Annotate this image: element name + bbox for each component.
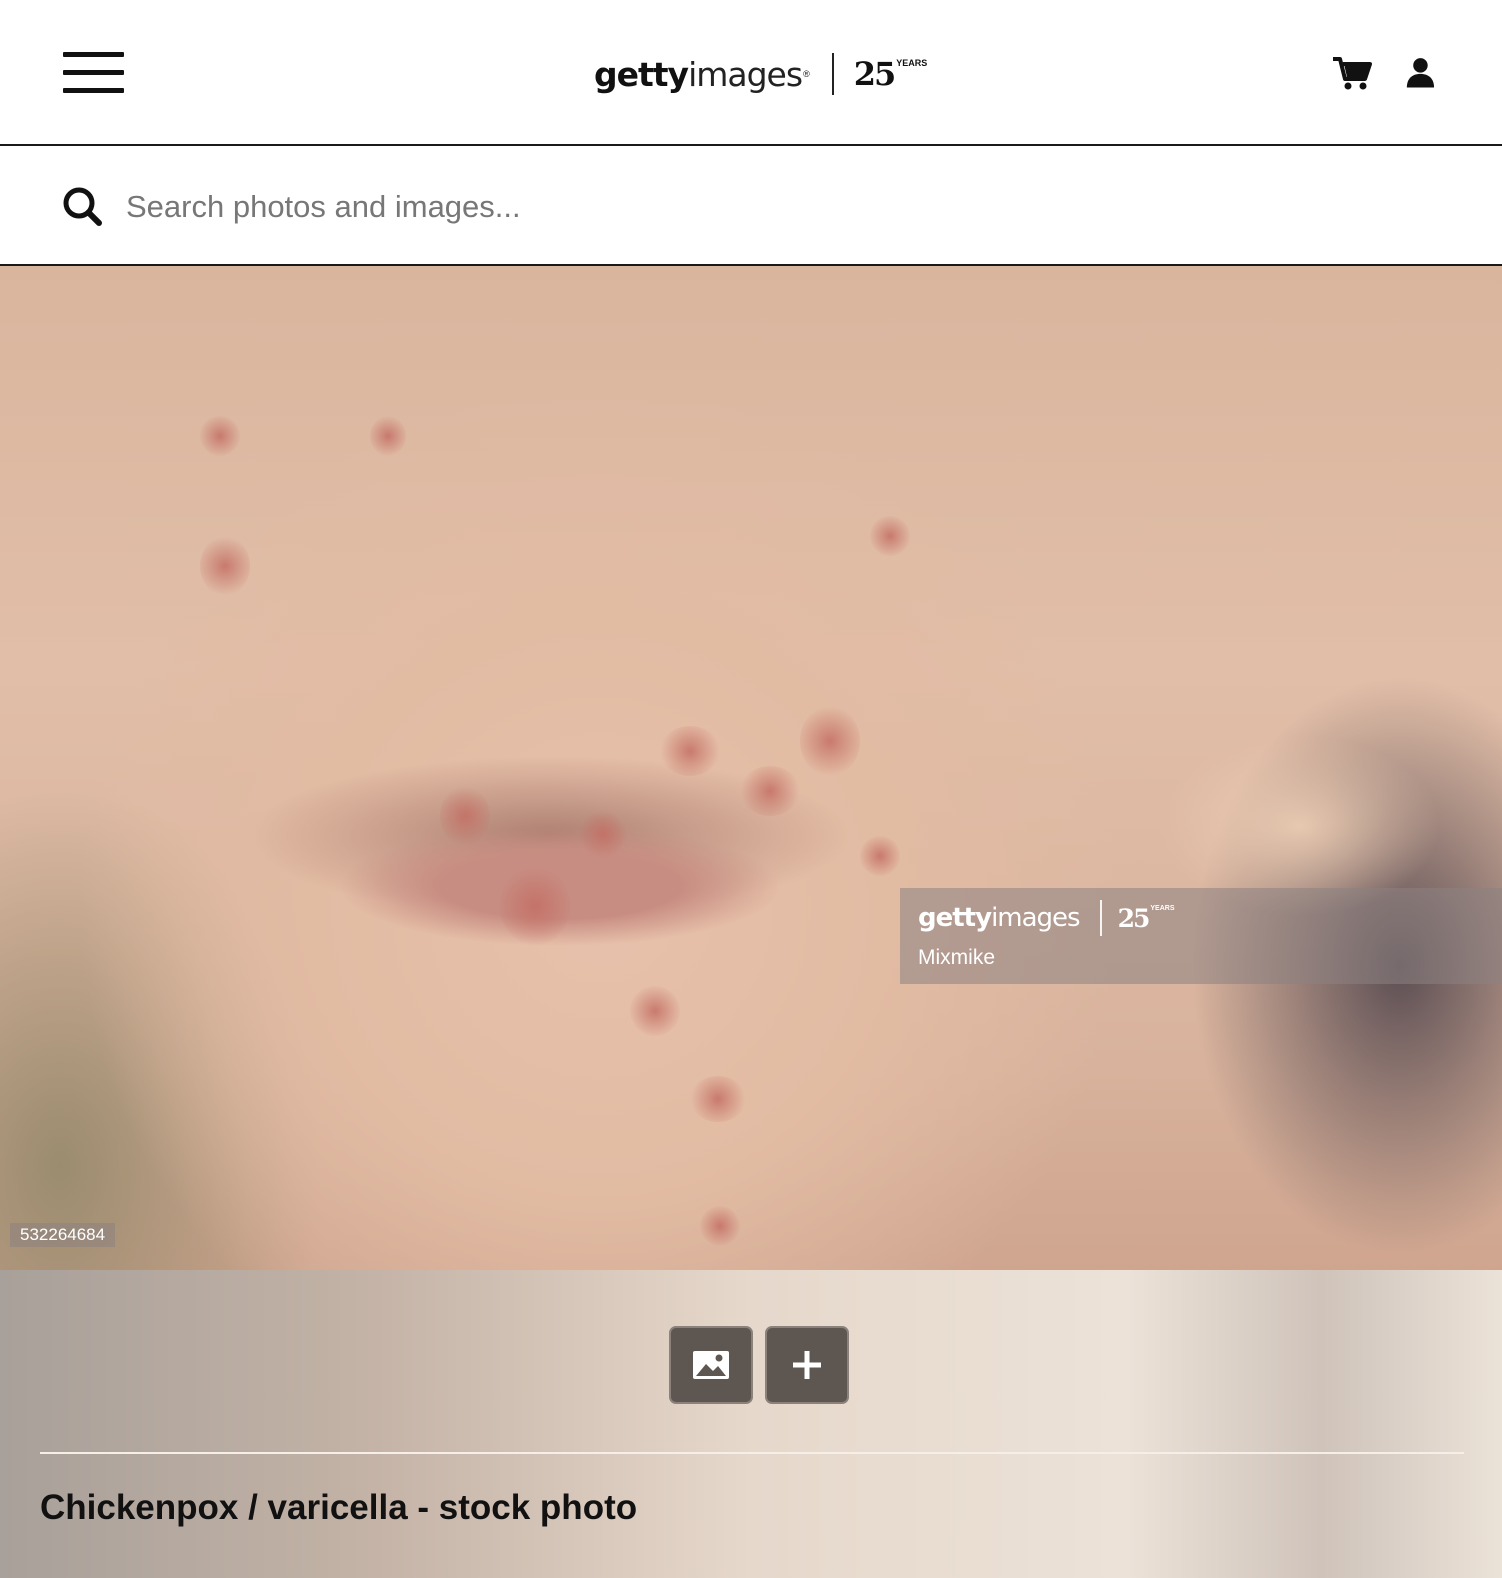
getty-images-logo[interactable]: getty images ® 25 YEARS <box>594 50 927 98</box>
hamburger-menu-icon[interactable] <box>63 52 124 94</box>
top-header: getty images ® 25 YEARS <box>0 0 1502 146</box>
image-title: Chickenpox / varicella - stock photo <box>40 1488 638 1527</box>
photo-detail <box>800 706 860 776</box>
hamburger-line <box>63 88 124 93</box>
photo-detail <box>870 516 910 556</box>
logo-divider <box>831 53 834 95</box>
photo-detail <box>200 416 240 456</box>
image-id: 532264684 <box>10 1223 116 1247</box>
watermark-getty-text: getty <box>918 903 992 933</box>
watermark-anniversary-number: 25 <box>1117 903 1151 933</box>
photographer-credit: Mixmike <box>918 946 995 969</box>
photo-detail <box>370 416 406 456</box>
photo-detail <box>200 536 250 596</box>
cart-icon[interactable] <box>1332 55 1372 91</box>
user-icon[interactable] <box>1406 55 1440 91</box>
photo-detail <box>630 986 680 1036</box>
image-details-panel: Chickenpox / varicella - stock photo <box>0 1270 1502 1578</box>
search-icon[interactable] <box>62 186 102 226</box>
logo-getty-text: getty <box>594 54 689 94</box>
watermark-anniversary-suffix: YEARS <box>1150 905 1175 912</box>
photo-detail <box>690 1076 746 1122</box>
header-actions <box>1332 55 1440 91</box>
photo-detail <box>740 766 800 816</box>
hamburger-line <box>63 70 124 75</box>
stock-photo[interactable]: getty images 25 YEARS Mixmike 532264684 <box>0 266 1502 1270</box>
watermark-divider <box>1099 900 1102 936</box>
photo-detail <box>500 866 570 946</box>
watermark-images-text: images <box>991 903 1081 933</box>
search-input[interactable] <box>126 182 1426 232</box>
photo-detail <box>660 726 720 776</box>
photo-detail <box>580 811 626 857</box>
image-action-buttons <box>669 1326 849 1404</box>
plus-icon <box>793 1351 821 1379</box>
photo-detail <box>700 1206 740 1246</box>
image-icon <box>693 1351 729 1379</box>
hamburger-line <box>63 52 124 57</box>
photo-detail <box>860 836 900 876</box>
logo-registered-mark: ® <box>803 69 810 79</box>
logo-images-text: images <box>688 54 803 94</box>
search-bar <box>0 148 1502 266</box>
logo-anniversary-number: 25 <box>853 55 897 93</box>
photo-detail <box>440 786 490 846</box>
photo-watermark: getty images 25 YEARS Mixmike <box>900 888 1502 984</box>
search-similar-image-button[interactable] <box>669 1326 753 1404</box>
watermark-logo: getty images 25 YEARS <box>918 900 1175 936</box>
logo-anniversary-suffix: YEARS <box>896 58 928 68</box>
add-to-board-button[interactable] <box>765 1326 849 1404</box>
divider <box>40 1452 1464 1454</box>
